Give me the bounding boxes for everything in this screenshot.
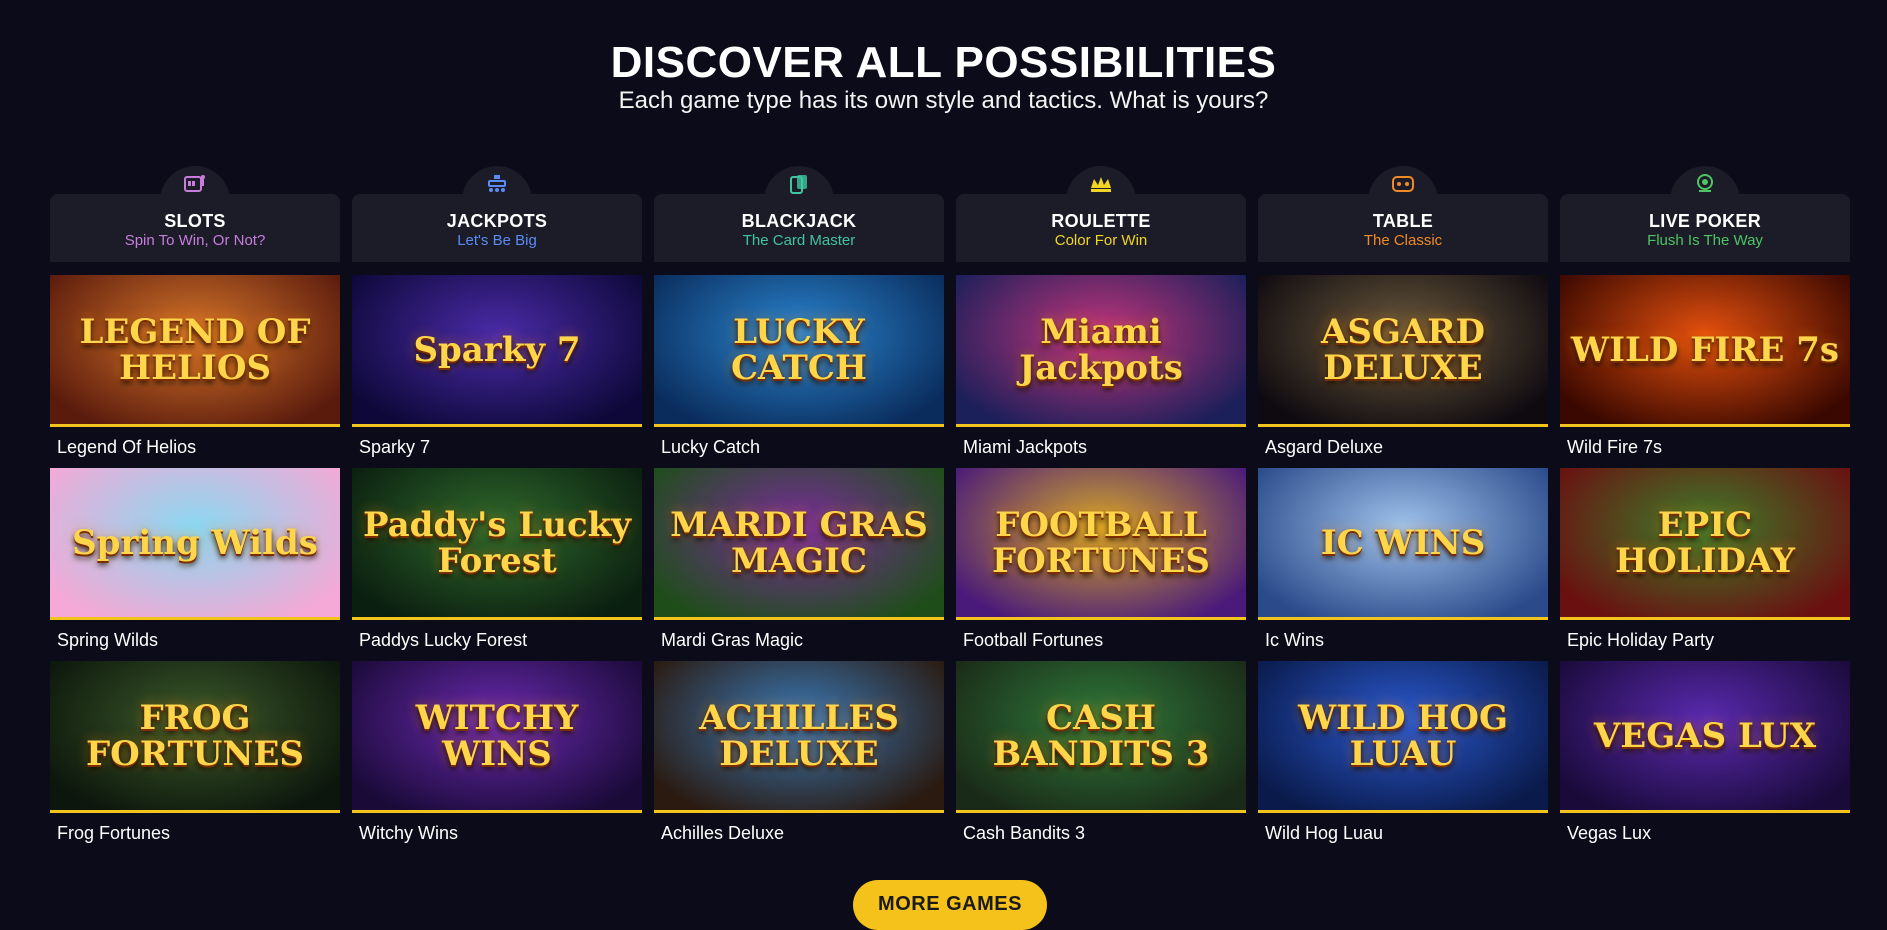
game-logo: VEGAS LUX [1593, 715, 1817, 756]
more-games-button[interactable]: MORE GAMES [853, 880, 1047, 930]
game-thumbnail[interactable]: WITCHY WINS [352, 661, 642, 813]
category-table[interactable]: TABLE The Classic [1258, 166, 1548, 262]
game-title[interactable]: Achilles Deluxe [661, 822, 784, 844]
game-title[interactable]: Ic Wins [1265, 629, 1324, 651]
game-title[interactable]: Frog Fortunes [57, 822, 170, 844]
game-title[interactable]: Cash Bandits 3 [963, 822, 1085, 844]
category-title: BLACKJACK [741, 211, 857, 231]
category-blackjack[interactable]: BLACKJACK The Card Master [654, 166, 944, 262]
jackpot-icon [462, 166, 532, 202]
page-title: DISCOVER ALL POSSIBILITIES [610, 38, 1277, 87]
game-thumbnail[interactable]: MARDI GRAS MAGIC [654, 468, 944, 620]
game-thumbnail[interactable]: WILD HOG LUAU [1258, 661, 1548, 813]
game-logo: LUCKY CATCH [730, 311, 868, 388]
category-roulette[interactable]: ROULETTE Color For Win [956, 166, 1246, 262]
cards-icon [764, 166, 834, 202]
category-jackpots[interactable]: JACKPOTS Let's Be Big [352, 166, 642, 262]
category-title: SLOTS [164, 211, 226, 231]
game-title[interactable]: Epic Holiday Party [1567, 629, 1714, 651]
category-title: LIVE POKER [1648, 211, 1762, 231]
game-title[interactable]: Asgard Deluxe [1265, 436, 1383, 458]
game-logo: Miami Jackpots [1019, 311, 1183, 388]
game-logo: FROG FORTUNES [86, 697, 304, 774]
game-title[interactable]: Football Fortunes [963, 629, 1103, 651]
game-thumbnail[interactable]: VEGAS LUX [1560, 661, 1850, 813]
game-logo: WITCHY WINS [415, 697, 579, 774]
game-title[interactable]: Miami Jackpots [963, 436, 1087, 458]
category-live-poker[interactable]: LIVE POKER Flush Is The Way [1560, 166, 1850, 262]
game-logo: IC WINS [1320, 522, 1486, 563]
game-logo: EPIC HOLIDAY [1615, 504, 1795, 581]
category-slots[interactable]: SLOTS Spin To Win, Or Not? [50, 166, 340, 262]
game-logo: WILD HOG LUAU [1297, 697, 1509, 774]
game-title[interactable]: Paddys Lucky Forest [359, 629, 527, 651]
crown-icon [1066, 166, 1136, 202]
game-thumbnail[interactable]: LEGEND OF HELIOS [50, 275, 340, 427]
page-subtitle: Each game type has its own style and tac… [618, 87, 1269, 114]
category-title: JACKPOTS [446, 211, 548, 231]
category-subtitle: The Classic [1363, 232, 1443, 249]
game-logo: Paddy's Lucky Forest [362, 504, 631, 581]
game-thumbnail[interactable]: ASGARD DELUXE [1258, 275, 1548, 427]
game-title[interactable]: Sparky 7 [359, 436, 430, 458]
game-thumbnail[interactable]: Spring Wilds [50, 468, 340, 620]
category-title: ROULETTE [1051, 211, 1151, 231]
game-logo: ASGARD DELUXE [1320, 311, 1486, 388]
game-thumbnail[interactable]: Sparky 7 [352, 275, 642, 427]
game-thumbnail[interactable]: LUCKY CATCH [654, 275, 944, 427]
category-subtitle: Spin To Win, Or Not? [124, 232, 266, 249]
game-title[interactable]: Vegas Lux [1567, 822, 1651, 844]
game-title[interactable]: Legend Of Helios [57, 436, 196, 458]
game-thumbnail[interactable]: CASH BANDITS 3 [956, 661, 1246, 813]
table-icon [1368, 166, 1438, 202]
game-logo: FOOTBALL FORTUNES [992, 504, 1210, 581]
category-subtitle: Flush Is The Way [1647, 232, 1763, 249]
game-logo: Spring Wilds [72, 522, 318, 563]
game-title[interactable]: Wild Fire 7s [1567, 436, 1662, 458]
category-subtitle: The Card Master [742, 232, 856, 249]
game-title[interactable]: Wild Hog Luau [1265, 822, 1383, 844]
game-logo: ACHILLES DELUXE [699, 697, 899, 774]
game-thumbnail[interactable]: ACHILLES DELUXE [654, 661, 944, 813]
game-thumbnail[interactable]: WILD FIRE 7s [1560, 275, 1850, 427]
game-title[interactable]: Spring Wilds [57, 629, 158, 651]
game-title[interactable]: Witchy Wins [359, 822, 458, 844]
game-logo: MARDI GRAS MAGIC [670, 504, 928, 581]
game-thumbnail[interactable]: FROG FORTUNES [50, 661, 340, 813]
category-subtitle: Let's Be Big [457, 232, 537, 249]
game-thumbnail[interactable]: FOOTBALL FORTUNES [956, 468, 1246, 620]
game-logo: Sparky 7 [413, 329, 581, 370]
category-subtitle: Color For Win [1054, 232, 1148, 249]
category-title: TABLE [1372, 211, 1434, 231]
game-thumbnail[interactable]: Paddy's Lucky Forest [352, 468, 642, 620]
webcam-icon [1670, 166, 1740, 202]
game-title[interactable]: Mardi Gras Magic [661, 629, 803, 651]
game-logo: WILD FIRE 7s [1570, 329, 1840, 370]
game-logo: CASH BANDITS 3 [992, 697, 1210, 774]
game-logo: LEGEND OF HELIOS [79, 311, 311, 388]
game-thumbnail[interactable]: EPIC HOLIDAY [1560, 468, 1850, 620]
slot-machine-icon [160, 166, 230, 202]
game-thumbnail[interactable]: IC WINS [1258, 468, 1548, 620]
game-thumbnail[interactable]: Miami Jackpots [956, 275, 1246, 427]
game-title[interactable]: Lucky Catch [661, 436, 760, 458]
